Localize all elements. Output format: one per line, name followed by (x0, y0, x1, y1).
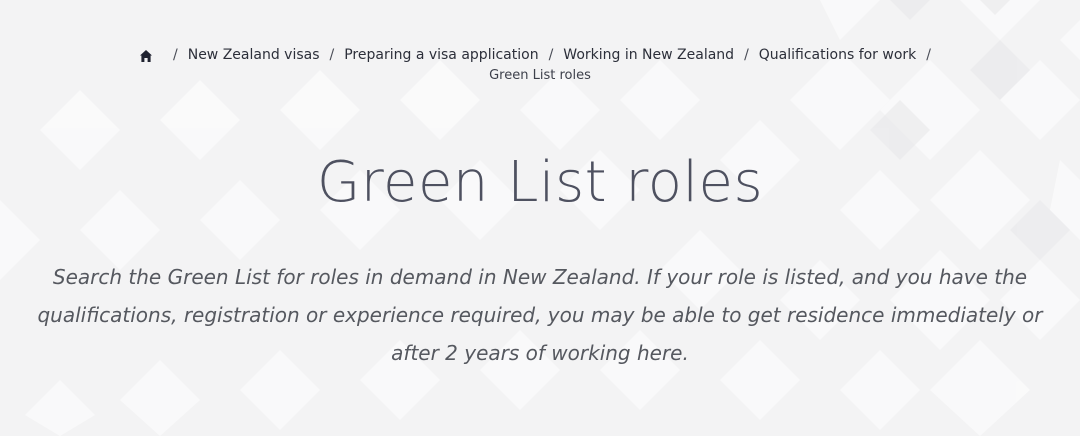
breadcrumb-separator: / (744, 47, 749, 63)
home-icon[interactable] (139, 49, 153, 63)
breadcrumb: / New Zealand visas / Preparing a visa a… (0, 45, 1080, 86)
breadcrumb-current-row: Green List roles (0, 66, 1080, 86)
breadcrumb-link-working-in-new-zealand[interactable]: Working in New Zealand (563, 45, 734, 66)
breadcrumb-link-new-zealand-visas[interactable]: New Zealand visas (188, 45, 320, 66)
breadcrumb-link-preparing-visa-application[interactable]: Preparing a visa application (344, 45, 538, 66)
page-intro: Search the Green List for roles in deman… (37, 265, 1043, 365)
breadcrumb-separator: / (173, 47, 178, 63)
breadcrumb-current: Green List roles (489, 68, 591, 83)
page-header: / New Zealand visas / Preparing a visa a… (0, 0, 1080, 436)
breadcrumb-separator: / (926, 47, 931, 63)
breadcrumb-separator: / (329, 47, 335, 63)
breadcrumb-row: / New Zealand visas / Preparing a visa a… (0, 45, 1080, 66)
breadcrumb-link-qualifications-for-work[interactable]: Qualifications for work (759, 45, 917, 66)
breadcrumb-separator: / (548, 47, 554, 63)
page-title: Green List roles (316, 150, 764, 215)
